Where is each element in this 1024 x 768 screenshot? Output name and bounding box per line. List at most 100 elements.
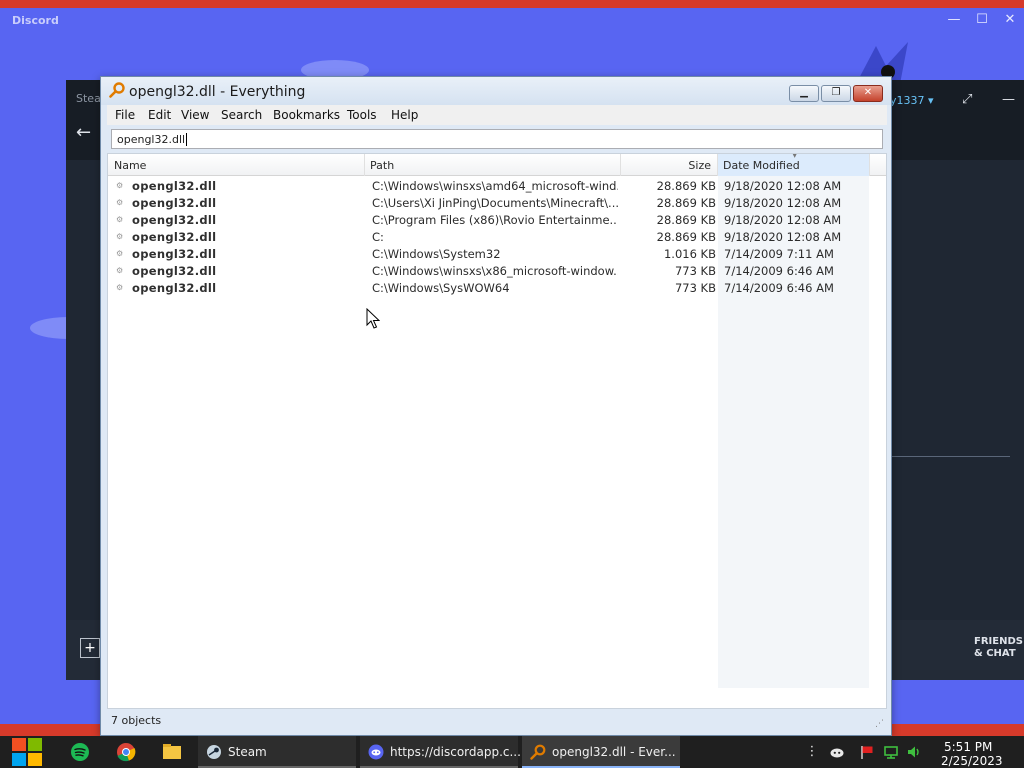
taskbar-item-discord[interactable]: https://discordapp.c... [360, 736, 521, 768]
result-path: C:\Users\Xi JinPing\Documents\Minecraft\… [372, 196, 618, 210]
column-header-name[interactable]: Name [108, 154, 365, 176]
magnifier-icon [109, 82, 125, 98]
discord-minimize-button[interactable]: — [944, 10, 964, 30]
result-date: 9/18/2020 12:08 AM [724, 230, 842, 244]
result-row[interactable]: ⚙ opengl32.dll C:\Windows\SysWOW64 773 K… [108, 280, 886, 297]
result-size: 773 KB [674, 264, 716, 278]
discord-icon [368, 744, 384, 760]
tray-overflow-icon[interactable]: ⋮ [804, 744, 820, 760]
result-name: opengl32.dll [132, 179, 217, 193]
taskbar-item-everything[interactable]: opengl32.dll - Ever... [522, 736, 680, 768]
result-date: 9/18/2020 12:08 AM [724, 179, 842, 193]
minimize-button[interactable]: ▁ [789, 85, 819, 102]
result-name: opengl32.dll [132, 196, 217, 210]
file-icon: ⚙ [116, 198, 124, 207]
column-size-label: Size [688, 159, 711, 172]
tray-action-center-flag-icon[interactable] [859, 744, 875, 760]
menu-bookmarks[interactable]: Bookmarks [273, 108, 340, 122]
clock-date[interactable]: 2/25/2023 [941, 754, 1003, 768]
menu-search[interactable]: Search [221, 108, 262, 122]
tray-discord-icon[interactable] [829, 744, 845, 760]
taskbar-discord-label: https://discordapp.c... [390, 745, 521, 759]
status-bar-count: 7 objects [111, 714, 162, 727]
result-date: 7/14/2009 6:46 AM [724, 264, 834, 278]
discord-maximize-button[interactable]: ☐ [972, 10, 992, 30]
result-size: 1.016 KB [663, 247, 716, 261]
result-row[interactable]: ⚙ opengl32.dll C:\Windows\winsxs\amd64_m… [108, 178, 886, 195]
window-title: opengl32.dll - Everything [129, 84, 306, 100]
steam-icon [207, 745, 221, 759]
result-path: C:\Program Files (x86)\Rovio Entertainme… [372, 213, 618, 227]
result-row[interactable]: ⚙ opengl32.dll C:\Windows\winsxs\x86_mic… [108, 263, 886, 280]
result-date: 7/14/2009 6:46 AM [724, 281, 834, 295]
menu-view[interactable]: View [181, 108, 209, 122]
spotify-icon[interactable] [68, 740, 92, 764]
search-input[interactable]: opengl32.dll [111, 129, 883, 149]
discord-top-banner [0, 0, 1024, 8]
file-icon: ⚙ [116, 283, 124, 292]
result-name: opengl32.dll [132, 264, 217, 278]
tray-network-icon[interactable] [883, 744, 899, 760]
column-path-label: Path [370, 159, 395, 172]
close-button[interactable]: ✕ [853, 85, 883, 102]
taskbar-item-steam[interactable]: Steam [198, 736, 356, 768]
result-row[interactable]: ⚙ opengl32.dll C:\Windows\System32 1.016… [108, 246, 886, 263]
result-date: 9/18/2020 12:08 AM [724, 213, 842, 227]
file-icon: ⚙ [116, 266, 124, 275]
clock-time[interactable]: 5:51 PM [944, 740, 992, 754]
result-size: 28.869 KB [656, 213, 716, 227]
taskbar-everything-label: opengl32.dll - Ever... [552, 745, 676, 759]
menu-file[interactable]: File [115, 108, 135, 122]
column-date-label: Date Modified [723, 159, 800, 172]
steam-back-button[interactable]: ← [76, 122, 91, 143]
steam-expand-icon[interactable]: ⤢ [962, 92, 972, 107]
steam-title: Stea [76, 92, 101, 105]
steam-minimize-button[interactable]: — [1002, 92, 1015, 107]
tray-volume-icon[interactable] [906, 744, 922, 760]
taskbar: Steam https://discordapp.c... opengl32.d… [0, 736, 1024, 768]
result-path: C:\Windows\SysWOW64 [372, 281, 510, 295]
column-header-size[interactable]: Size [621, 154, 718, 176]
steam-user-menu[interactable]: y1337 ▾ [890, 94, 934, 107]
taskbar-steam-label: Steam [228, 745, 267, 759]
chrome-icon[interactable] [114, 740, 138, 764]
sort-descending-icon: ▼ [792, 153, 798, 159]
everything-magnifier-icon [530, 744, 546, 760]
file-icon: ⚙ [116, 215, 124, 224]
steam-friends-chat-button[interactable]: FRIENDS & CHAT [974, 636, 1023, 660]
steam-add-game-button[interactable]: + [80, 638, 100, 658]
result-path: C:\Windows\winsxs\x86_microsoft-window..… [372, 264, 618, 278]
windows-start-icon[interactable] [8, 736, 48, 768]
discord-app-title: Discord [12, 14, 59, 27]
result-size: 28.869 KB [656, 230, 716, 244]
file-explorer-icon[interactable] [160, 740, 184, 764]
result-date: 7/14/2009 7:11 AM [724, 247, 834, 261]
chat-label: & CHAT [974, 648, 1016, 659]
restore-button[interactable]: ❐ [821, 85, 851, 102]
mouse-cursor-icon [366, 308, 380, 329]
result-name: opengl32.dll [132, 213, 217, 227]
menu-edit[interactable]: Edit [148, 108, 171, 122]
result-name: opengl32.dll [132, 281, 217, 295]
menu-bar: File Edit View Search Bookmarks Tools He… [107, 105, 887, 125]
column-header-date-modified[interactable]: ▼ Date Modified [718, 154, 870, 176]
resize-grip-icon[interactable]: ⋰ [875, 719, 884, 729]
results-list[interactable]: Name Path Size ▼ Date Modified ⚙ opengl3… [107, 153, 887, 709]
search-input-value: opengl32.dll [117, 133, 186, 146]
menu-tools[interactable]: Tools [347, 108, 377, 122]
discord-close-button[interactable]: ✕ [1000, 10, 1020, 30]
everything-window: opengl32.dll - Everything ▁ ❐ ✕ File Edi… [100, 76, 892, 736]
result-row[interactable]: ⚙ opengl32.dll C:\Program Files (x86)\Ro… [108, 212, 886, 229]
column-header-path[interactable]: Path [365, 154, 621, 176]
result-path: C: [372, 230, 384, 244]
file-icon: ⚙ [116, 181, 124, 190]
result-path: C:\Windows\winsxs\amd64_microsoft-wind..… [372, 179, 618, 193]
everything-titlebar[interactable]: opengl32.dll - Everything ▁ ❐ ✕ [101, 77, 891, 105]
result-name: opengl32.dll [132, 247, 217, 261]
result-row[interactable]: ⚙ opengl32.dll C: 28.869 KB 9/18/2020 12… [108, 229, 886, 246]
text-caret [186, 133, 188, 146]
result-row[interactable]: ⚙ opengl32.dll C:\Users\Xi JinPing\Docum… [108, 195, 886, 212]
results-header: Name Path Size ▼ Date Modified [108, 154, 886, 176]
result-size: 28.869 KB [656, 196, 716, 210]
menu-help[interactable]: Help [391, 108, 418, 122]
